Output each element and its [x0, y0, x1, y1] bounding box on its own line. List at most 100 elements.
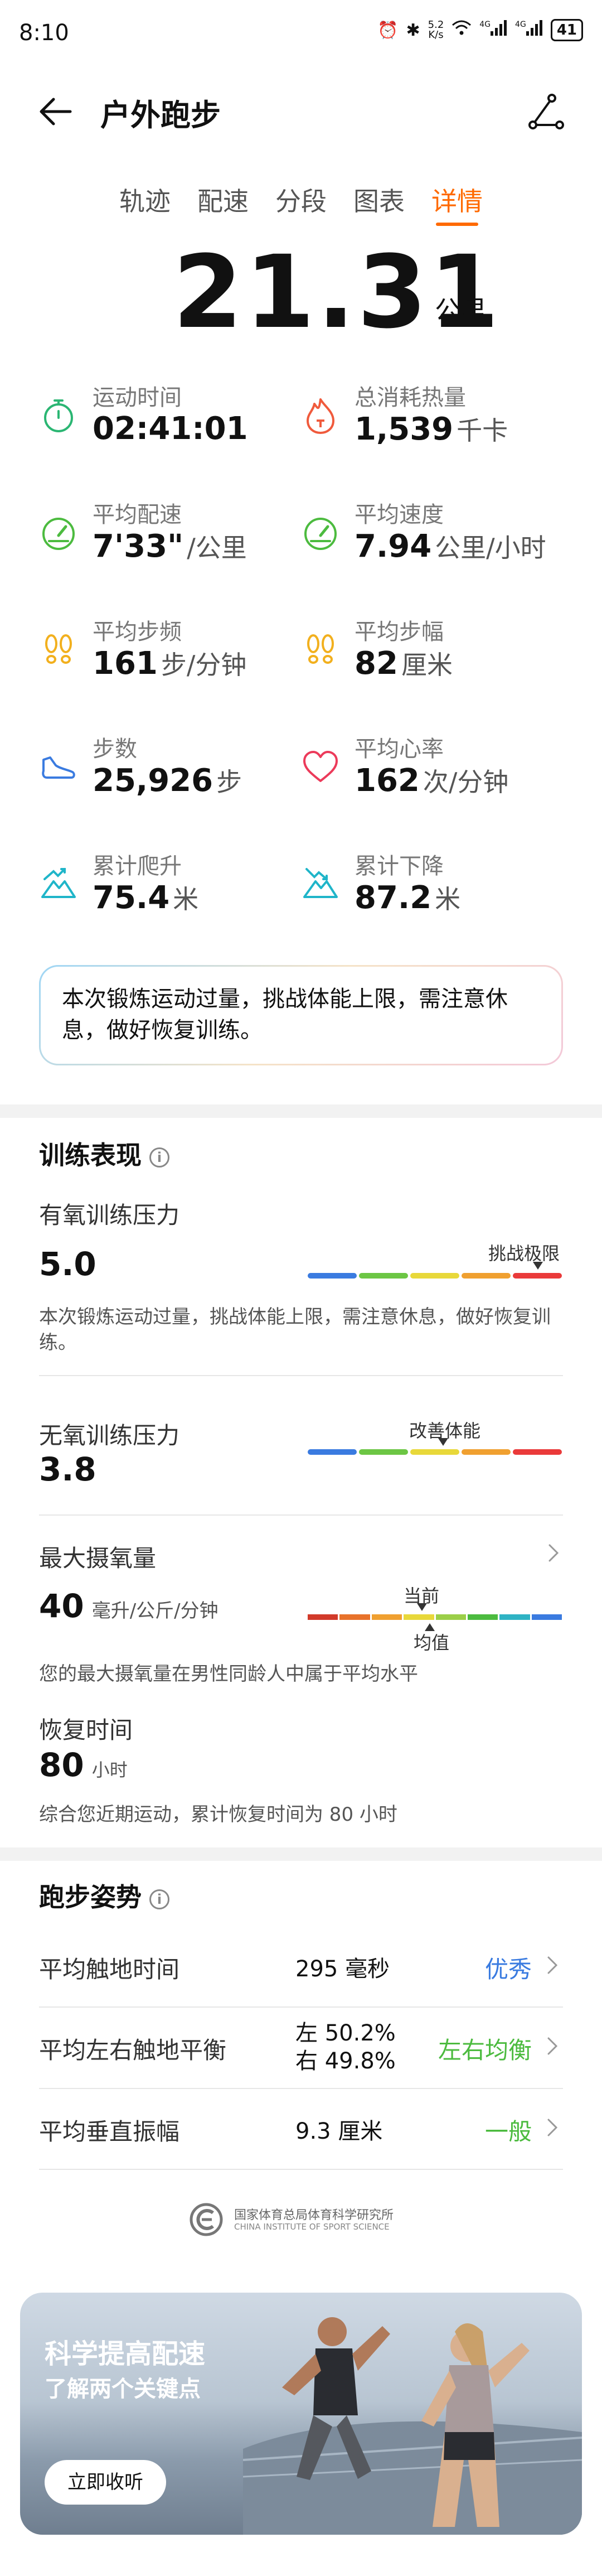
stat-number: 7'33"	[93, 528, 184, 565]
overtraining-alert: 本次锻炼运动过量，挑战体能上限，需注意休息，做好恢复训练。	[39, 965, 563, 1065]
stat-unit: 厘米	[401, 650, 453, 680]
stat-unit: 步	[216, 767, 242, 797]
posture-row-balance[interactable]: 平均左右触地平衡 左 50.2% 右 49.8% 左右均衡	[39, 2008, 563, 2086]
stat-label: 平均步幅	[355, 619, 444, 645]
posture-section-title: 跑步姿势 i	[39, 1877, 169, 1914]
posture-label: 平均左右触地平衡	[39, 2037, 227, 2064]
posture-label: 平均触地时间	[39, 1956, 180, 1983]
footprints-icon	[45, 634, 72, 664]
divider	[39, 1375, 563, 1376]
stat-label: 总消耗热量	[355, 385, 466, 411]
bar-segment	[371, 1614, 402, 1620]
info-icon[interactable]: i	[149, 1889, 169, 1909]
tab-details[interactable]: 详情	[431, 181, 483, 226]
banner-title: 科学提高配速	[45, 2338, 206, 2370]
bar-segment	[462, 1449, 511, 1455]
bar-segment	[410, 1449, 459, 1455]
section-divider	[0, 1104, 602, 1118]
training-section-title: 训练表现 i	[39, 1135, 169, 1172]
institute-logo: 国家体育总局体育科学研究所 CHINA INSTITUTE OF SPORT S…	[190, 2201, 424, 2240]
section-divider	[0, 1847, 602, 1861]
stat-value: 7'33"/公里	[93, 528, 247, 565]
divider	[39, 2088, 563, 2089]
bar-segment	[308, 1449, 357, 1455]
tab-track[interactable]: 轨迹	[119, 181, 171, 226]
stat-value: 87.2 米	[355, 879, 460, 916]
stat-value: 7.94 公里/小时	[355, 528, 546, 565]
mountain-down-icon	[303, 868, 338, 898]
recovery-label: 恢复时间	[39, 1716, 133, 1744]
bar-segment	[467, 1614, 498, 1620]
bar-segment	[499, 1614, 530, 1620]
bluetooth-icon: ✱	[406, 20, 420, 40]
stat-descent: 累计下降 87.2 米	[301, 848, 557, 932]
stat-number: 87.2	[355, 880, 432, 916]
mountain-up-icon	[41, 868, 76, 898]
distance-unit: 公里	[435, 295, 486, 325]
institute-name-en: CHINA INSTITUTE OF SPORT SCIENCE	[234, 2222, 390, 2232]
posture-row-vertical-oscillation[interactable]: 平均垂直振幅 9.3 厘米 一般	[39, 2090, 563, 2168]
vo2max-avg-label: 均值	[414, 1632, 450, 1653]
chevron-right-icon	[547, 2037, 558, 2055]
tab-pace[interactable]: 配速	[197, 181, 249, 226]
recovery-value-row: 80 小时	[39, 1746, 128, 1784]
posture-title-text: 跑步姿势	[39, 1882, 142, 1912]
listen-now-button[interactable]: 立即收听	[45, 2460, 166, 2505]
flame-icon	[307, 398, 334, 434]
tab-bar: 轨迹 配速 分段 图表 详情	[0, 181, 602, 226]
vo2max-desc: 您的最大摄氧量在男性同龄人中属于平均水平	[39, 1663, 418, 1685]
promo-banner[interactable]: 科学提高配速 了解两个关键点 立即收听	[20, 2293, 582, 2535]
bar-segment	[339, 1614, 370, 1620]
aerobic-desc: 本次锻炼运动过量，挑战体能上限，需注意休息，做好恢复训练。	[39, 1306, 551, 1354]
bar-segment	[513, 1273, 562, 1279]
stat-number: 75.4	[93, 880, 170, 916]
stat-value: 161 步/分钟	[93, 645, 246, 682]
aerobic-label: 有氧训练压力	[39, 1202, 180, 1229]
stat-cadence: 平均步频 161 步/分钟	[39, 614, 295, 697]
tab-segments[interactable]: 分段	[275, 181, 327, 226]
stat-value: 75.4 米	[93, 879, 198, 916]
bar-segment	[531, 1614, 562, 1620]
posture-rating: 左右均衡	[438, 2037, 532, 2064]
bar-segment	[513, 1449, 562, 1455]
vo2max-value: 40	[39, 1587, 84, 1625]
arrow-left-icon	[40, 98, 72, 126]
bar-segment	[308, 1614, 338, 1620]
anaerobic-value: 3.8	[39, 1450, 96, 1488]
wifi-icon	[452, 20, 472, 41]
vo2max-value-row: 40 毫升/公斤/分钟	[39, 1587, 219, 1625]
stat-stride: 平均步幅 82 厘米	[301, 614, 557, 697]
divider	[39, 1514, 563, 1516]
info-icon[interactable]: i	[149, 1147, 169, 1168]
speedometer-icon	[42, 518, 75, 550]
aerobic-marker	[533, 1262, 543, 1270]
alarm-icon: ⏰	[377, 20, 399, 40]
chevron-right-icon[interactable]	[542, 1542, 564, 1564]
bar-segment	[359, 1449, 408, 1455]
stat-avg-speed: 平均速度 7.94 公里/小时	[301, 496, 557, 580]
page-title: 户外跑步	[100, 98, 221, 133]
stat-value: 1,539 千卡	[355, 411, 508, 447]
app-header: 户外跑步	[0, 78, 602, 139]
route-share-icon	[528, 94, 564, 129]
stat-value: 25,926 步	[93, 762, 242, 799]
aerobic-value: 5.0	[39, 1245, 96, 1283]
stat-number: 02:41:01	[93, 411, 248, 447]
vo2max-label[interactable]: 最大摄氧量	[39, 1540, 156, 1574]
stat-number: 7.94	[355, 528, 432, 565]
share-button[interactable]	[524, 89, 569, 134]
stat-number: 162	[355, 763, 420, 799]
tab-charts[interactable]: 图表	[353, 181, 405, 226]
status-bar: 8:10 ⏰ ✱ 5.2 K/s 4G 4G 41	[0, 0, 602, 61]
institute-logo-icon	[190, 2203, 223, 2236]
footprints-icon	[307, 634, 334, 664]
status-time: 8:10	[19, 20, 69, 46]
stat-steps: 步数 25,926 步	[39, 731, 295, 814]
vo2max-unit: 毫升/公斤/分钟	[91, 1600, 219, 1622]
stat-label: 累计下降	[355, 853, 444, 879]
stat-number: 25,926	[93, 763, 213, 799]
back-button[interactable]	[33, 89, 78, 134]
divider	[39, 2169, 563, 2170]
posture-row-contact-time[interactable]: 平均触地时间 295 毫秒 优秀	[39, 1927, 563, 2005]
divider	[39, 2006, 563, 2008]
